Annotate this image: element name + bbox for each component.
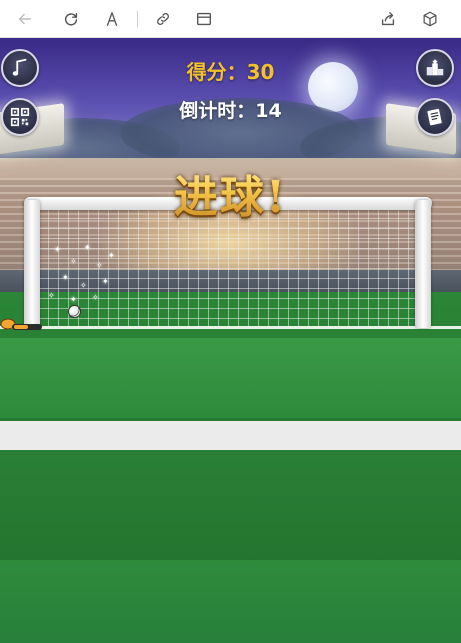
cube-icon[interactable] <box>419 8 441 30</box>
text-size-icon[interactable] <box>101 8 123 30</box>
goal-banner: 进球! <box>0 161 461 225</box>
refresh-icon[interactable] <box>60 8 82 30</box>
leaderboard-podium-icon <box>426 58 444 76</box>
back-arrow-icon[interactable] <box>14 8 36 30</box>
soccer-ball <box>68 305 81 318</box>
score-display: 得分：30 <box>0 56 461 85</box>
leaderboard-button[interactable] <box>416 49 454 87</box>
pitch-stripe <box>0 338 461 418</box>
music-toggle-button[interactable] <box>1 49 39 87</box>
window-icon[interactable] <box>193 8 215 30</box>
pitch-stripe <box>0 450 461 560</box>
notepad-button[interactable] <box>416 98 454 136</box>
score-label: 得分： <box>186 60 247 84</box>
pitch-stripe <box>0 560 461 643</box>
qr-code-button[interactable] <box>1 98 39 136</box>
timer-label: 倒计时： <box>179 100 256 122</box>
goal-line <box>0 326 461 329</box>
music-note-icon <box>12 58 27 76</box>
notepad-icon <box>427 108 442 126</box>
game-canvas[interactable]: ✦ ✧ ✦ ✧ ✦ ✧ ✦ ✧ ✦ ✧ ✦ 得分：30 倒计时：14 进球! <box>0 38 461 643</box>
penalty-area-line <box>0 421 461 450</box>
goalkeeper <box>0 318 42 330</box>
qr-code-icon <box>10 107 30 127</box>
timer-value: 14 <box>255 100 282 122</box>
goal-sparkles: ✦ ✧ ✦ ✧ ✦ ✧ ✦ ✧ ✦ ✧ ✦ <box>48 243 115 304</box>
toolbar-divider <box>137 11 138 27</box>
browser-toolbar <box>0 0 461 38</box>
score-value: 30 <box>246 60 275 84</box>
countdown-display: 倒计时：14 <box>0 96 461 123</box>
share-icon[interactable] <box>377 8 399 30</box>
link-icon[interactable] <box>152 8 174 30</box>
